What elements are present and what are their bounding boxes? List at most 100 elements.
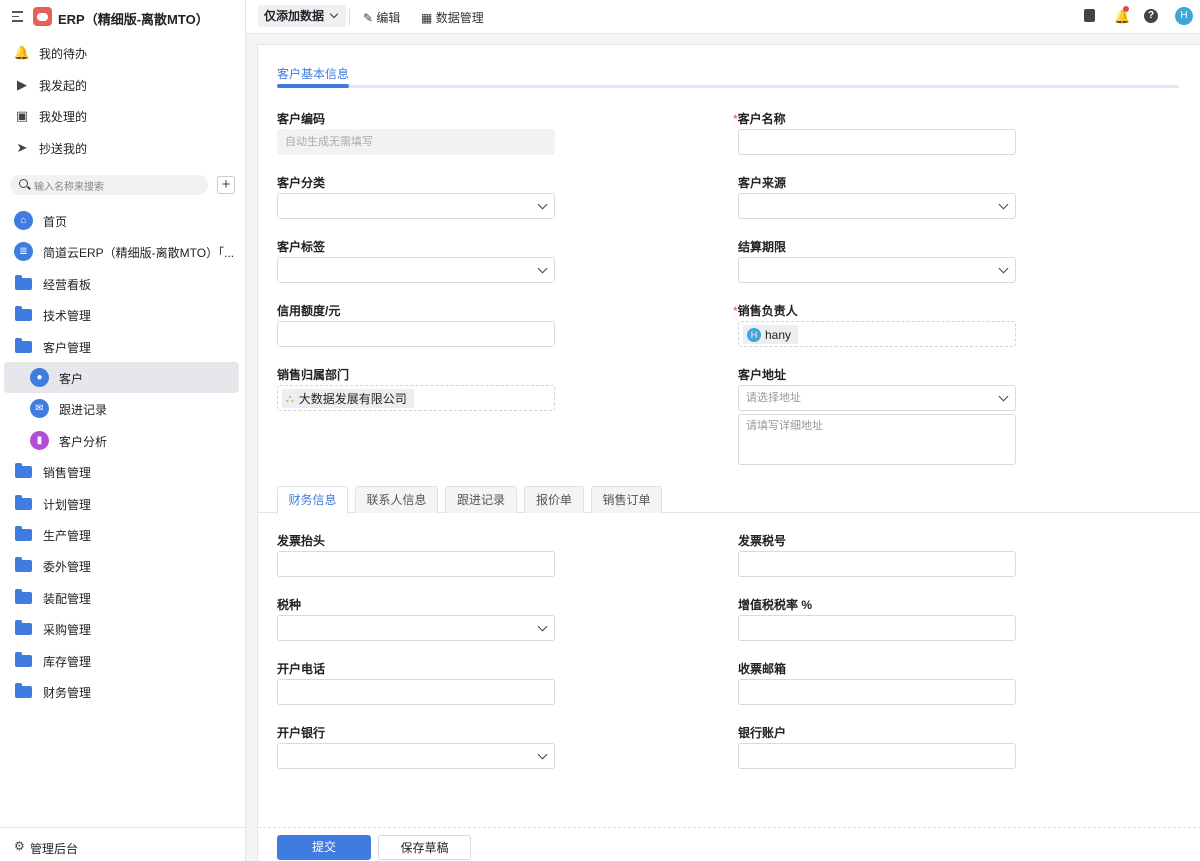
table-icon: ▦ [421, 11, 433, 25]
chevron-down-icon [998, 263, 1009, 274]
invoice-title-input[interactable] [277, 551, 555, 577]
save-draft-button[interactable]: 保存草稿 [378, 835, 471, 860]
address-select[interactable]: 请选择地址 [738, 385, 1016, 411]
form-icon: ● [30, 368, 49, 387]
nav-item-label: 客户管理 [43, 340, 92, 355]
notebook-icon[interactable] [1084, 9, 1095, 22]
chevron-down-icon [537, 199, 548, 210]
chevron-down-icon [330, 9, 339, 19]
address-placeholder: 请选择地址 [746, 392, 801, 404]
phone-input[interactable] [277, 679, 555, 705]
tag-select[interactable] [277, 257, 555, 283]
bank-select[interactable] [277, 743, 555, 769]
mode-dropdown[interactable]: 仅添加数据 [258, 5, 347, 27]
quick-item[interactable]: ▶ 我发起的 [0, 70, 245, 100]
quick-item[interactable]: 🔔 我的待办 [0, 38, 245, 68]
nav-item[interactable]: 装配管理 [4, 582, 239, 613]
nav-item[interactable]: 生产管理 [4, 519, 239, 550]
search-placeholder: 输入名称来搜索 [34, 181, 104, 193]
divider [349, 9, 350, 25]
data-manage-label: 数据管理 [435, 11, 484, 25]
tab-contacts[interactable]: 联系人信息 [355, 486, 438, 513]
nav-item-label: 财务管理 [43, 686, 92, 700]
help-icon[interactable]: ? [1144, 9, 1158, 23]
category-select[interactable] [277, 193, 555, 219]
quick-item-label: 抄送我的 [39, 141, 88, 156]
label-text: 销售负责人 [737, 304, 798, 318]
chevron-down-icon [537, 621, 548, 632]
send-icon: ➤ [16, 140, 28, 155]
account-input[interactable] [738, 743, 1016, 769]
folder-icon [15, 557, 32, 573]
nav-item[interactable]: 委外管理 [4, 550, 239, 581]
nav-item[interactable]: ≣ 简道云ERP（精细版-离散MTO）「... [4, 236, 239, 267]
nav-item[interactable]: 计划管理 [4, 488, 239, 519]
admin-link[interactable]: ⚙ 管理后台 [0, 827, 245, 861]
tab-bar: 财务信息 联系人信息 跟进记录 报价单 销售订单 [258, 485, 1200, 514]
submit-button[interactable]: 提交 [277, 835, 371, 860]
tax-no-input[interactable] [738, 551, 1016, 577]
quick-item[interactable]: ▣ 我处理的 [0, 101, 245, 131]
vat-rate-input[interactable] [738, 615, 1016, 641]
chevron-down-icon [537, 749, 548, 760]
footer-divider [258, 827, 1200, 828]
quick-item-label: 我处理的 [39, 109, 88, 124]
term-select[interactable] [738, 257, 1016, 283]
folder-icon [15, 337, 32, 353]
org-tree-icon: ⛬ [286, 392, 294, 405]
source-select[interactable] [738, 193, 1016, 219]
credit-input[interactable] [277, 321, 555, 347]
quick-item-label: 我的待办 [39, 46, 88, 61]
invoice-title-label: 发票抬头 [277, 534, 326, 548]
form-icon: ▮ [30, 430, 49, 450]
pencil-icon: ✎ [363, 11, 374, 25]
term-label: 结算期限 [738, 240, 787, 254]
customer-code-field: 自动生成无需填写 [277, 129, 555, 155]
edit-label: 编辑 [376, 11, 401, 25]
tab-finance[interactable]: 财务信息 [277, 486, 348, 514]
nav-item-label: 销售管理 [43, 466, 92, 481]
nav-item[interactable]: 经营看板 [4, 268, 239, 299]
nav-item[interactable]: ✉ 跟进记录 [4, 393, 239, 424]
account-label: 银行账户 [738, 726, 787, 740]
customer-name-input[interactable] [738, 129, 1016, 155]
folder-icon [15, 620, 32, 636]
add-button[interactable]: + [217, 176, 235, 194]
nav-item[interactable]: 采购管理 [4, 613, 239, 644]
document-icon: ≣ [14, 242, 33, 262]
tab-quotes[interactable]: 报价单 [524, 486, 584, 513]
nav-item-label: 首页 [43, 215, 68, 229]
customer-code-label: 客户编码 [277, 112, 326, 126]
nav-item[interactable]: ▮ 客户分析 [4, 425, 239, 456]
email-input[interactable] [738, 679, 1016, 705]
nav-item[interactable]: 财务管理 [4, 676, 239, 707]
nav-item-label: 采购管理 [43, 623, 92, 638]
tab-followups[interactable]: 跟进记录 [445, 486, 517, 513]
address-detail-input[interactable]: 请填写详细地址 [738, 414, 1016, 465]
section-underline [277, 84, 1179, 88]
dept-field[interactable]: ⛬ 大数据发展有限公司 [277, 385, 555, 411]
nav-item[interactable]: 技术管理 [4, 299, 239, 330]
edit-button[interactable]: ✎ 编辑 [363, 9, 400, 26]
user-chip[interactable]: Hhany [743, 325, 799, 344]
nav-item[interactable]: 库存管理 [4, 645, 239, 676]
quick-item[interactable]: ➤ 抄送我的 [0, 133, 245, 163]
dept-chip[interactable]: ⛬ 大数据发展有限公司 [282, 389, 414, 408]
owner-field[interactable]: Hhany [738, 321, 1016, 347]
nav-item[interactable]: 客户管理 [4, 331, 239, 362]
form-card: 客户基本信息 客户编码 自动生成无需填写 *客户名称 客户分类 客户来源 客户标… [257, 44, 1200, 861]
bell-icon[interactable]: 🔔 [1114, 6, 1130, 24]
search-input[interactable]: 输入名称来搜索 [10, 175, 208, 195]
nav-item[interactable]: ⌂ 首页 [4, 205, 239, 236]
menu-icon[interactable] [12, 11, 23, 25]
folder-icon [15, 463, 32, 479]
email-label: 收票邮箱 [738, 662, 787, 676]
nav-item[interactable]: 销售管理 [4, 456, 239, 487]
data-manage-button[interactable]: ▦ 数据管理 [421, 9, 484, 26]
tab-sales-orders[interactable]: 销售订单 [591, 486, 662, 513]
tax-type-select[interactable] [277, 615, 555, 641]
admin-label: 管理后台 [30, 842, 79, 856]
tag-label: 客户标签 [277, 240, 326, 254]
nav-item[interactable]: ● 客户 [4, 362, 239, 393]
user-avatar[interactable]: H [1175, 7, 1193, 25]
